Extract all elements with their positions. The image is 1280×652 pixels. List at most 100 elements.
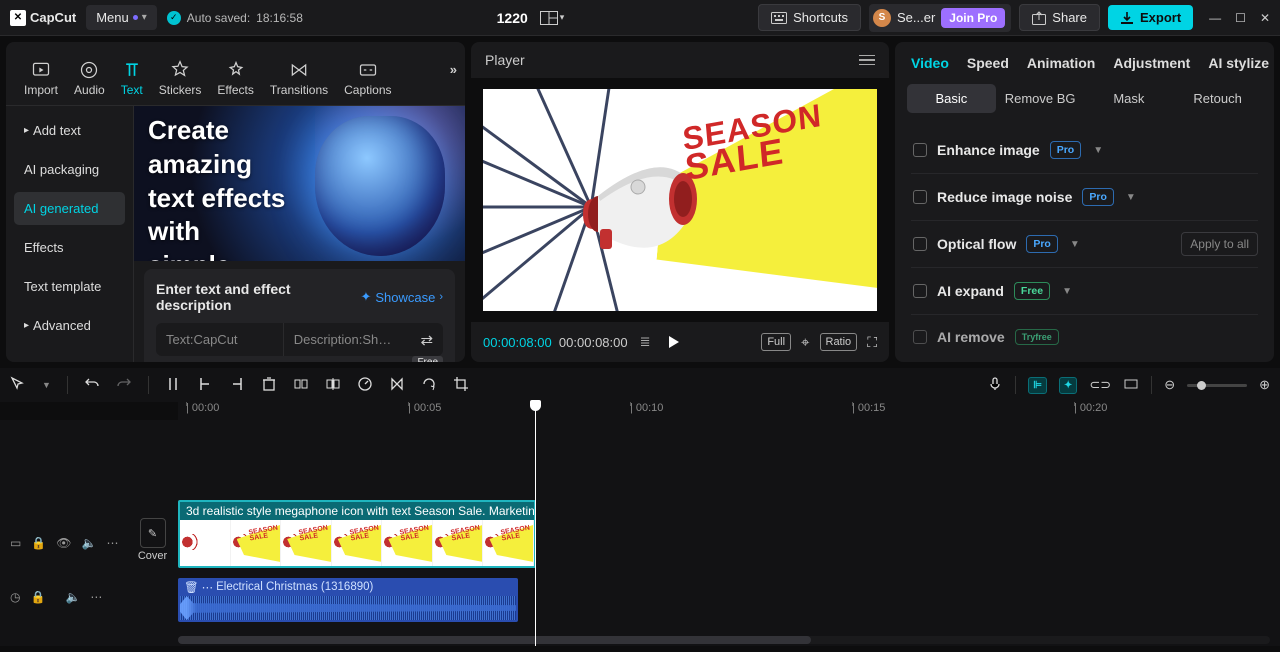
maximize-button[interactable]: ☐ (1235, 11, 1246, 25)
undo-button[interactable] (84, 376, 100, 395)
chevron-down-icon[interactable]: ▼ (1093, 145, 1103, 156)
zoom-in-button[interactable]: ⊕ (1259, 377, 1270, 393)
sidebar-item-text-template[interactable]: Text template (14, 270, 125, 303)
pointer-menu[interactable]: ▼ (42, 380, 51, 390)
prompt-desc-input[interactable]: Description:Sh… (284, 323, 411, 356)
subtab-retouch[interactable]: Retouch (1173, 84, 1262, 113)
snap-toggle[interactable]: ⊫ (1028, 377, 1047, 394)
cover-button[interactable]: ✎ Cover (135, 420, 170, 646)
prop-optical-flow[interactable]: Optical flow Pro ▼ Apply to all (911, 221, 1258, 268)
eye-icon[interactable]: 👁 (56, 536, 71, 550)
props-tab-ai-stylize[interactable]: AI stylize (1208, 55, 1269, 71)
more-tabs-button[interactable]: » (450, 62, 457, 77)
preview-toggle[interactable] (1123, 376, 1139, 395)
checkbox[interactable] (913, 237, 927, 251)
prop-enhance-image[interactable]: Enhance image Pro ▼ (911, 127, 1258, 174)
trim-right-button[interactable] (229, 376, 245, 395)
subtab-mask[interactable]: Mask (1085, 84, 1174, 113)
sidebar-item-advanced[interactable]: ▸Advanced (14, 309, 125, 342)
magnet-toggle[interactable]: ✦ (1059, 377, 1077, 394)
video-clip[interactable]: 3d realistic style megaphone icon with t… (178, 500, 536, 568)
ratio-button[interactable]: Ratio (820, 333, 858, 351)
join-pro-badge[interactable]: Join Pro (941, 8, 1005, 28)
timeline-scrollbar[interactable] (178, 636, 1270, 644)
full-button[interactable]: Full (761, 333, 791, 351)
audio-clip[interactable]: 🗑⋯Electrical Christmas (1316890) (178, 578, 518, 622)
focus-icon[interactable]: ⌖ (801, 334, 809, 351)
prop-ai-remove[interactable]: AI remove Tryfree (911, 315, 1258, 359)
tab-transitions[interactable]: Transitions (262, 54, 336, 105)
tab-text[interactable]: Text (113, 54, 151, 105)
chevron-down-icon[interactable]: ▼ (1070, 239, 1080, 250)
apply-to-all-button[interactable]: Apply to all (1181, 232, 1258, 256)
subtab-basic[interactable]: Basic (907, 84, 996, 113)
mirror-button[interactable] (389, 376, 405, 395)
more-icon[interactable]: ⋯ (90, 590, 102, 604)
sidebar-item-effects[interactable]: Effects (14, 231, 125, 264)
tab-captions[interactable]: Captions (336, 54, 399, 105)
sidebar-item-ai-packaging[interactable]: AI packaging (14, 153, 125, 186)
props-tab-animation[interactable]: Animation (1027, 55, 1095, 71)
close-button[interactable]: ✕ (1260, 11, 1270, 25)
slip-button[interactable] (293, 376, 309, 395)
export-button[interactable]: Export (1108, 5, 1193, 30)
menu-button[interactable]: Menu ▾ (86, 5, 157, 30)
link-button[interactable]: ⊂⊃ (1089, 377, 1111, 393)
subtab-remove-bg[interactable]: Remove BG (996, 84, 1085, 113)
credits-count[interactable]: 1220 (497, 10, 528, 26)
crop-button[interactable] (453, 376, 469, 395)
timeline[interactable]: ▭ 🔒 👁 🔈 ⋯ ◷ 🔒 🔈 ⋯ ✎ Cover 3d realistic s… (0, 420, 1280, 646)
player-menu-icon[interactable] (859, 55, 875, 66)
account-button[interactable]: S Se...er Join Pro (869, 4, 1011, 32)
fullscreen-icon[interactable]: ⛶ (867, 334, 877, 351)
player-viewport[interactable]: SEASON SALE (471, 78, 889, 322)
shuffle-button[interactable]: ⇄ (410, 331, 443, 349)
chevron-down-icon[interactable]: ▼ (1062, 286, 1072, 297)
prop-ai-expand[interactable]: AI expand Free ▼ (911, 268, 1258, 315)
time-ruler[interactable]: |00:00 |00:05 |00:10 |00:15 |00:20 (178, 402, 1280, 420)
checkbox[interactable] (913, 284, 927, 298)
trim-left-button[interactable] (197, 376, 213, 395)
zoom-out-button[interactable]: ⊖ (1164, 377, 1175, 393)
mute-icon[interactable]: 🔈 (65, 590, 80, 604)
mic-button[interactable] (987, 376, 1003, 395)
tab-import[interactable]: Import (16, 54, 66, 105)
prompt-text-input[interactable]: Text:CapCut (156, 323, 284, 356)
lock-icon[interactable]: 🔒 (30, 590, 45, 604)
speed-tool-button[interactable] (357, 376, 373, 395)
playlist-icon[interactable]: ≣ (640, 334, 651, 350)
tab-stickers[interactable]: Stickers (151, 54, 210, 105)
checkbox[interactable] (913, 330, 927, 344)
layout-button[interactable]: ▾ (540, 11, 565, 25)
minimize-button[interactable]: — (1209, 11, 1221, 25)
clock-icon[interactable]: ◷ (10, 590, 20, 604)
redo-button[interactable] (116, 376, 132, 395)
playhead[interactable] (535, 402, 536, 646)
play-button[interactable] (669, 336, 679, 348)
mute-icon[interactable]: 🔈 (82, 536, 97, 550)
tab-audio[interactable]: Audio (66, 54, 113, 105)
lock-icon[interactable]: 🔒 (31, 536, 46, 550)
shortcuts-button[interactable]: Shortcuts (758, 4, 861, 31)
prop-reduce-noise[interactable]: Reduce image noise Pro ▼ (911, 174, 1258, 221)
props-tab-adjustment[interactable]: Adjustment (1113, 55, 1190, 71)
share-button[interactable]: Share (1019, 4, 1100, 31)
sidebar-item-add-text[interactable]: ▸Add text (14, 114, 125, 147)
checkbox[interactable] (913, 190, 927, 204)
more-icon[interactable]: ⋯ (106, 536, 118, 550)
monitor-icon[interactable]: ▭ (10, 536, 21, 550)
showcase-link[interactable]: ✦Showcase› (360, 289, 443, 305)
props-tab-speed[interactable]: Speed (967, 55, 1009, 71)
pointer-tool[interactable] (10, 376, 26, 395)
chevron-down-icon[interactable]: ▼ (1126, 192, 1136, 203)
props-tab-video[interactable]: Video (911, 55, 949, 71)
tracks-area[interactable]: 3d realistic style megaphone icon with t… (170, 420, 1280, 646)
crop-split-button[interactable] (325, 376, 341, 395)
checkbox[interactable] (913, 143, 927, 157)
delete-button[interactable] (261, 376, 277, 395)
sidebar-item-ai-generated[interactable]: AI generated (14, 192, 125, 225)
tab-effects[interactable]: Effects (209, 54, 261, 105)
split-button[interactable] (165, 376, 181, 395)
rotate-button[interactable] (421, 376, 437, 395)
zoom-slider[interactable] (1187, 384, 1247, 387)
